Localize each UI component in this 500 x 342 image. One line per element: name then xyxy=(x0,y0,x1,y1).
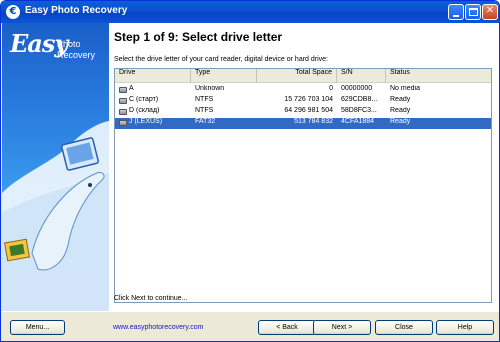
cell-sn: 58D8FC3... xyxy=(341,107,377,114)
cell-sn: 629CDB8... xyxy=(341,96,378,103)
back-button[interactable]: < Back xyxy=(258,320,316,335)
continue-hint: Click Next to continue... xyxy=(114,295,188,302)
cell-sn: 4CFA1884 xyxy=(341,118,375,125)
table-row-selected[interactable]: J (LEXUS) FAT32 513 784 832 4CFA1884 Rea… xyxy=(115,118,491,129)
app-window: € Easy Photo Recovery ✕ Easy Photo Recov… xyxy=(0,0,500,342)
header-type[interactable]: Type xyxy=(191,69,257,83)
table-row[interactable]: D (склад) NTFS 64 296 981 504 58D8FC3...… xyxy=(115,107,491,118)
removable-drive-icon xyxy=(119,120,127,126)
sidebar-illustration: Easy Photo Recovery xyxy=(2,23,109,311)
cell-status: Ready xyxy=(390,107,411,114)
cell-drive: D (склад) xyxy=(129,107,160,114)
instruction-text: Select the drive letter of your card rea… xyxy=(114,56,328,63)
dolphin-illustration-icon xyxy=(2,121,109,311)
cell-type: NTFS xyxy=(195,107,214,114)
page-title: Step 1 of 9: Select drive letter xyxy=(114,30,283,44)
hard-drive-icon xyxy=(119,109,127,115)
cell-type: NTFS xyxy=(195,96,214,103)
cell-drive: C (старт) xyxy=(129,96,159,103)
cell-total: 64 296 981 504 xyxy=(284,107,333,114)
close-icon: ✕ xyxy=(485,5,495,16)
table-row[interactable]: C (старт) NTFS 15 726 703 104 629CDB8...… xyxy=(115,96,491,107)
cell-total: 15 726 703 104 xyxy=(284,96,333,103)
close-button[interactable]: Close xyxy=(375,320,433,335)
cell-drive: A xyxy=(129,85,134,92)
help-button[interactable]: Help xyxy=(436,320,494,335)
next-button[interactable]: Next > xyxy=(313,320,371,335)
cell-type: Unknown xyxy=(195,85,225,92)
window-title: Easy Photo Recovery xyxy=(25,5,128,16)
footer-bar: Menu... www.easyphotorecovery.com < Back… xyxy=(2,311,499,341)
wizard-content: Step 1 of 9: Select drive letter Select … xyxy=(109,23,499,311)
cell-total: 513 784 832 xyxy=(294,118,333,125)
header-status[interactable]: Status xyxy=(386,69,491,83)
cell-status: Ready xyxy=(390,118,411,125)
cell-total: 0 xyxy=(329,85,333,92)
cell-status: No media xyxy=(390,85,420,92)
menu-button[interactable]: Menu... xyxy=(10,320,65,335)
cell-status: Ready xyxy=(390,96,411,103)
minimize-button[interactable] xyxy=(448,4,464,20)
drive-list[interactable]: Drive Type Total Space S/N Status A Unkn… xyxy=(114,68,492,303)
title-bar[interactable]: € Easy Photo Recovery ✕ xyxy=(1,1,499,23)
website-link[interactable]: www.easyphotorecovery.com xyxy=(113,324,204,331)
close-window-button[interactable]: ✕ xyxy=(482,4,498,20)
floppy-drive-icon xyxy=(119,87,127,93)
minimize-icon xyxy=(453,15,459,17)
cell-type: FAT32 xyxy=(195,118,216,125)
cell-drive: J (LEXUS) xyxy=(129,118,163,125)
app-logo-icon: € xyxy=(6,5,20,19)
maximize-icon xyxy=(469,8,478,16)
header-total-space[interactable]: Total Space xyxy=(257,69,337,83)
cell-sn: 00000000 xyxy=(341,85,373,92)
maximize-button[interactable] xyxy=(465,4,481,20)
hard-drive-icon xyxy=(119,98,127,104)
list-header: Drive Type Total Space S/N Status xyxy=(115,69,491,83)
table-row[interactable]: A Unknown 0 00000000 No media xyxy=(115,85,491,96)
header-sn[interactable]: S/N xyxy=(337,69,386,83)
header-drive[interactable]: Drive xyxy=(115,69,191,83)
